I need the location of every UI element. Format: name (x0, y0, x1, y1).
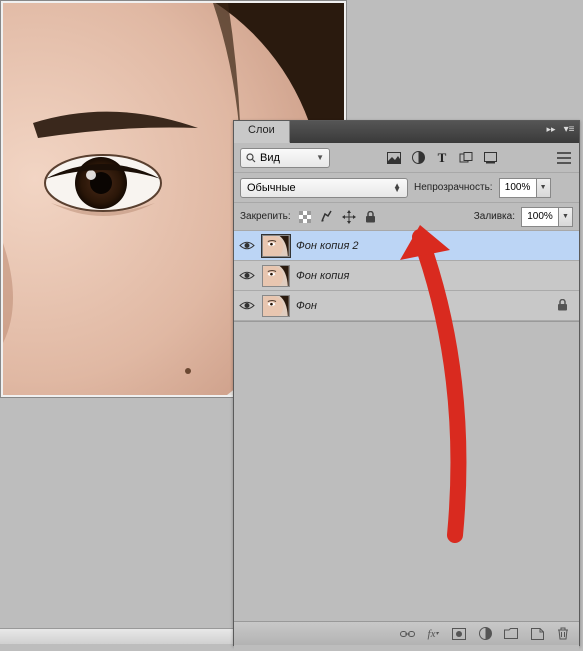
layers-panel: Слои ▸▸ ▾≡ Вид ▼ T Обычные ▲▼ Непрозрачн… (233, 120, 580, 646)
search-icon (246, 153, 256, 163)
adjustment-layer-icon[interactable] (477, 626, 493, 642)
layer-name: Фон (296, 300, 317, 312)
lock-position-icon[interactable] (341, 209, 357, 225)
fill-input[interactable]: 100% (521, 207, 559, 227)
lock-all-icon[interactable] (363, 209, 379, 225)
canvas-status-bar (0, 628, 250, 644)
group-icon[interactable] (503, 626, 519, 642)
lock-row: Закрепить: Заливка: 100% ▼ (234, 203, 579, 231)
filter-pixel-icon[interactable] (386, 150, 402, 166)
filter-smart-icon[interactable] (482, 150, 498, 166)
mask-icon[interactable] (451, 626, 467, 642)
layer-name: Фон копия 2 (296, 240, 359, 252)
filter-adjust-icon[interactable] (410, 150, 426, 166)
layer-name: Фон копия (296, 270, 349, 282)
lock-transparent-icon[interactable] (297, 209, 313, 225)
layers-list: Фон копия 2 Фон копия Фон (234, 231, 579, 321)
layer-kind-label: Вид (260, 152, 280, 164)
panel-menu-icon[interactable]: ▾≡ (561, 124, 577, 138)
opacity-label: Непрозрачность: (414, 182, 493, 193)
collapse-icon[interactable]: ▸▸ (543, 124, 559, 138)
chevron-down-icon: ▼ (316, 153, 324, 162)
fx-icon[interactable]: fx▾ (425, 626, 441, 642)
blend-row: Обычные ▲▼ Непрозрачность: 100% ▼ (234, 173, 579, 203)
lock-icon (557, 299, 571, 313)
layer-kind-select[interactable]: Вид ▼ (240, 148, 330, 168)
layers-empty-area[interactable] (234, 321, 579, 651)
updown-icon: ▲▼ (393, 184, 401, 192)
filter-text-icon[interactable]: T (434, 150, 450, 166)
new-layer-icon[interactable] (529, 626, 545, 642)
layer-thumbnail[interactable] (262, 265, 290, 287)
fill-label: Заливка: (474, 211, 515, 222)
filter-icons: T (386, 150, 498, 166)
tab-layers[interactable]: Слои (234, 121, 290, 143)
layer-row[interactable]: Фон копия (234, 261, 579, 291)
opacity-input[interactable]: 100% (499, 178, 537, 198)
layer-row[interactable]: Фон копия 2 (234, 231, 579, 261)
layer-thumbnail[interactable] (262, 235, 290, 257)
lock-label: Закрепить: (240, 211, 291, 222)
blend-mode-select[interactable]: Обычные ▲▼ (240, 178, 408, 198)
opacity-dropdown-icon[interactable]: ▼ (537, 178, 551, 198)
visibility-toggle[interactable] (238, 237, 256, 255)
fill-dropdown-icon[interactable]: ▼ (559, 207, 573, 227)
panel-bottom-toolbar: fx▾ (234, 621, 579, 645)
blend-mode-value: Обычные (247, 182, 296, 194)
panel-tab-bar: Слои ▸▸ ▾≡ (234, 121, 579, 143)
link-layers-icon[interactable] (399, 626, 415, 642)
layer-thumbnail[interactable] (262, 295, 290, 317)
filter-shape-icon[interactable] (458, 150, 474, 166)
visibility-toggle[interactable] (238, 297, 256, 315)
panel-options-icon[interactable] (555, 151, 573, 165)
layer-row[interactable]: Фон (234, 291, 579, 321)
filter-row: Вид ▼ T (234, 143, 579, 173)
lock-pixels-icon[interactable] (319, 209, 335, 225)
delete-layer-icon[interactable] (555, 626, 571, 642)
visibility-toggle[interactable] (238, 267, 256, 285)
